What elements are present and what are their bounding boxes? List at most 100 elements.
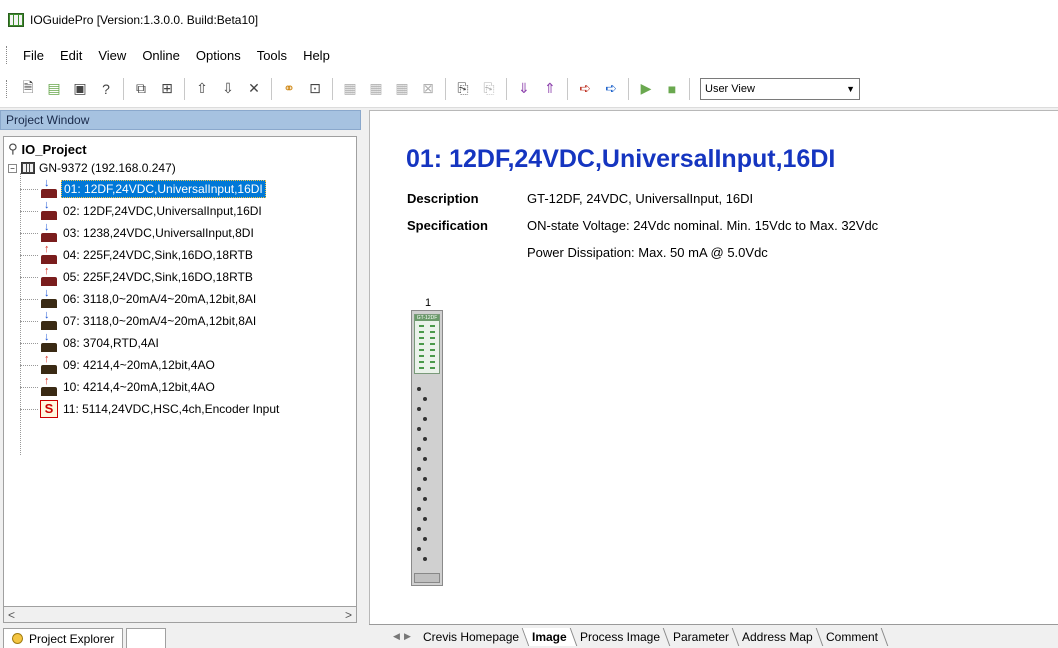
tree-module-label: 08: 3704,RTD,4AI [63,336,159,350]
toolbar: 🗎 ▤ ▣ ? ⧉ ⊞ ⇧ ⇩ ✕ ⚭ ⊡ ▦ ▦ ▦ ⊠ ⎘ ⎘ ⇓ ⇑ ➪ … [0,70,1058,108]
tab-image[interactable]: Image [522,627,578,646]
scroll-right-arrow-icon[interactable]: > [345,608,352,622]
tree-module-item[interactable]: S 11: 5114,24VDC,HSC,4ch,Encoder Input [20,399,281,419]
tree-module-item[interactable]: ↑ 05: 225F,24VDC,Sink,16DO,18RTB [20,266,255,287]
new-file-icon[interactable]: 🗎 [16,77,40,101]
tree-module-item[interactable]: ↓ 07: 3118,0~20mA/4~20mA,12bit,8AI [20,310,258,331]
terminal-pin [423,497,427,501]
tab-empty[interactable] [126,628,167,648]
add-multi-module-icon[interactable]: ⊞ [155,77,179,101]
tree-module-item[interactable]: ↑ 04: 225F,24VDC,Sink,16DO,18RTB [20,244,255,265]
tab-next-icon[interactable]: ▶ [402,631,413,642]
tree-module-label: 03: 1238,24VDC,UniversalInput,8DI [63,226,254,240]
send-icon[interactable]: ➪ [573,77,597,101]
menu-edit[interactable]: Edit [52,46,90,65]
digital-input-module-icon: ↓ [40,178,58,198]
menu-view[interactable]: View [90,46,134,65]
tree-module-item[interactable]: ↓ 06: 3118,0~20mA/4~20mA,12bit,8AI [20,288,258,309]
panel-splitter[interactable] [361,110,369,648]
tree-module-label: 01: 12DF,24VDC,UniversalInput,16DI [61,180,266,198]
scroll-left-arrow-icon[interactable]: < [8,608,15,622]
save-icon[interactable]: ▣ [68,77,92,101]
title-bar: IOGuidePro [Version:1.3.0.0. Build:Beta1… [0,0,1058,40]
tab-prev-icon[interactable]: ◀ [391,631,402,642]
menu-tools[interactable]: Tools [249,46,295,65]
io-disabled-1-icon[interactable]: ▦ [338,77,362,101]
module-led [419,343,424,345]
menu-help[interactable]: Help [295,46,338,65]
gateway-icon [21,162,35,174]
tree-root[interactable]: ⚲ IO_Project [8,141,87,157]
open-icon[interactable]: ▤ [42,77,66,101]
tree-module-label: 05: 225F,24VDC,Sink,16DO,18RTB [63,270,253,284]
digital-output-module-icon: ↑ [40,266,58,286]
tab-nav-arrows: ◀ ▶ [391,631,413,642]
specification-row: Specification ON-state Voltage: 24Vdc no… [407,218,878,233]
copy-icon[interactable]: ⎘ [451,77,475,101]
receive-icon[interactable]: ➪ [599,77,623,101]
toolbar-separator [123,77,124,100]
terminal-pin [417,447,421,451]
terminal-pin [417,507,421,511]
tree-module-label: 11: 5114,24VDC,HSC,4ch,Encoder Input [63,402,280,416]
analog-input-module-icon: ↓ [40,288,58,308]
tab-address-map[interactable]: Address Map [732,627,823,646]
delete-icon[interactable]: ✕ [242,77,266,101]
tree-module-item[interactable]: ↓ 08: 3704,RTD,4AI [20,332,161,353]
scan-icon[interactable]: ⊡ [303,77,327,101]
explorer-icon [12,633,23,644]
tree-module-label: 09: 4214,4~20mA,12bit,4AO [63,358,215,372]
help-icon[interactable]: ? [94,77,118,101]
download-icon[interactable]: ⇓ [512,77,536,101]
project-window-header: Project Window [0,110,361,130]
module-image[interactable]: GT-12DF [411,310,443,586]
tree-module-item[interactable]: ↓ 03: 1238,24VDC,UniversalInput,8DI [20,222,256,243]
io-disabled-2-icon[interactable]: ▦ [364,77,388,101]
explorer-tabs: Project Explorer [0,628,361,648]
tab-comment[interactable]: Comment [816,627,888,646]
view-select[interactable]: User View ▼ [700,77,860,100]
move-up-icon[interactable]: ⇧ [190,77,214,101]
module-led [430,337,435,339]
terminal-pin [423,517,427,521]
io-disabled-4-icon[interactable]: ⊠ [416,77,440,101]
tree-module-item[interactable]: ↓ 01: 12DF,24VDC,UniversalInput,16DI [20,178,266,199]
module-led [419,361,424,363]
tab-crevis-homepage[interactable]: Crevis Homepage [413,627,530,646]
menu-file[interactable]: File [15,46,52,65]
terminal-pin [417,527,421,531]
module-led [419,337,424,339]
paste-icon[interactable]: ⎘ [477,77,501,101]
analog-output-module-icon: ↑ [40,354,58,374]
run-icon[interactable]: ▶ [634,77,658,101]
specification-line: ON-state Voltage: 24Vdc nominal. Min. 15… [527,218,879,233]
tab-parameter[interactable]: Parameter [663,627,740,646]
io-disabled-3-icon[interactable]: ▦ [390,77,414,101]
menu-grip[interactable] [6,46,9,64]
tree-module-item[interactable]: ↑ 09: 4214,4~20mA,12bit,4AO [20,354,217,375]
tree-horizontal-scrollbar[interactable]: < > [3,606,357,623]
tree-module-item[interactable]: ↑ 10: 4214,4~20mA,12bit,4AO [20,376,217,397]
move-down-icon[interactable]: ⇩ [216,77,240,101]
menu-options[interactable]: Options [188,46,249,65]
stop-icon[interactable]: ■ [660,77,684,101]
add-module-icon[interactable]: ⧉ [129,77,153,101]
terminal-pin [417,547,421,551]
digital-input-module-icon: ↓ [40,200,58,220]
chevron-down-icon[interactable]: ▼ [846,84,855,94]
collapse-icon[interactable]: − [8,163,17,173]
tab-process-image[interactable]: Process Image [570,627,671,646]
module-led [419,325,424,327]
toolbar-grip[interactable] [6,79,9,98]
upload-icon[interactable]: ⇑ [538,77,562,101]
module-led [430,325,435,327]
project-tree[interactable]: ⚲ IO_Project − GN-9372 (192.168.0.247) ↓… [3,136,357,616]
menu-online[interactable]: Online [134,46,188,65]
tree-gateway[interactable]: − GN-9372 (192.168.0.247) [8,161,176,175]
terminal-pin [423,437,427,441]
tree-module-item[interactable]: ↓ 02: 12DF,24VDC,UniversalInput,16DI [20,200,264,221]
terminal-pin [417,387,421,391]
terminal-pin [423,477,427,481]
tab-project-explorer[interactable]: Project Explorer [3,628,124,648]
connect-icon[interactable]: ⚭ [277,77,301,101]
